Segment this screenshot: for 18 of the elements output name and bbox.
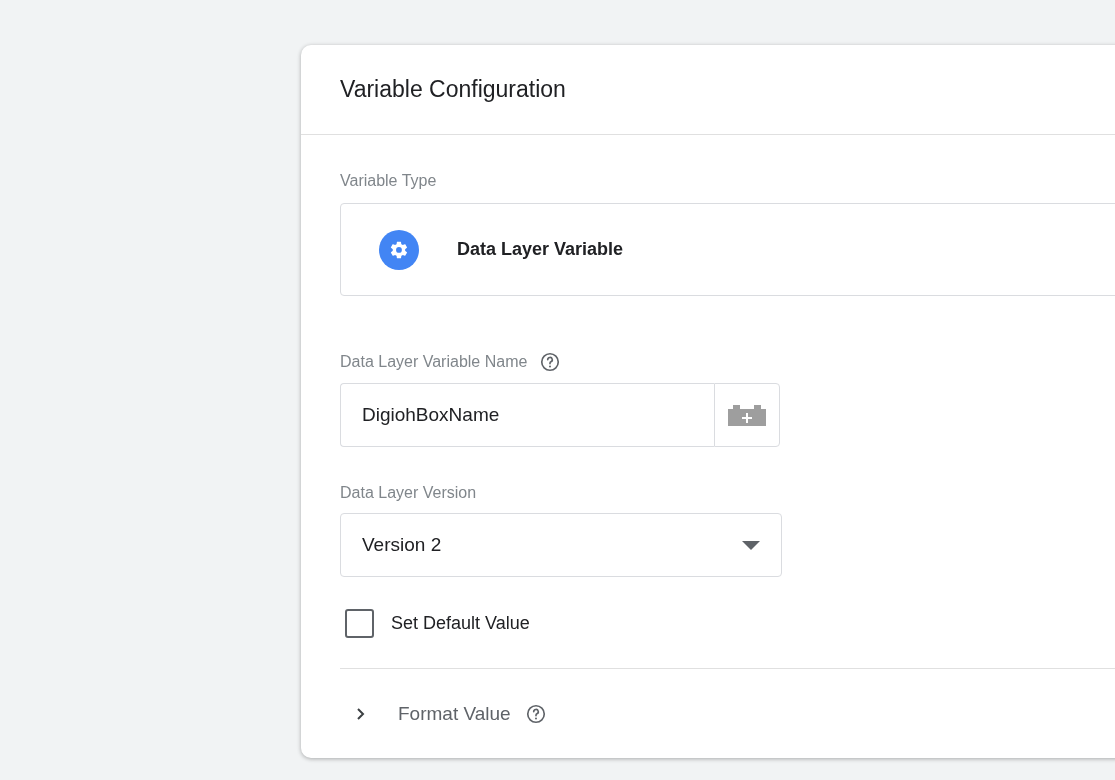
variable-name-input[interactable]: DigiohBoxName [340, 383, 714, 447]
variable-type-name: Data Layer Variable [457, 238, 624, 261]
checkbox[interactable] [345, 609, 374, 638]
gear-icon [379, 229, 419, 270]
help-icon[interactable] [524, 703, 547, 725]
insert-variable-button[interactable] [714, 383, 780, 447]
field-label: Variable Type [340, 171, 438, 191]
field-label: Data Layer Version [340, 483, 478, 503]
chevron-right-icon[interactable] [355, 707, 367, 721]
dropdown-caret-icon [742, 540, 760, 550]
help-icon[interactable] [539, 351, 562, 373]
checkbox-label: Set Default Value [391, 612, 530, 635]
card-title: Variable Configuration [340, 75, 566, 105]
version-select[interactable]: Version 2 [340, 513, 782, 577]
field-label: Data Layer Variable Name [340, 352, 528, 372]
brick-plus-icon [728, 404, 766, 426]
variable-type-card[interactable]: Data Layer Variable [340, 203, 1115, 296]
section-title[interactable]: Format Value [398, 699, 511, 729]
